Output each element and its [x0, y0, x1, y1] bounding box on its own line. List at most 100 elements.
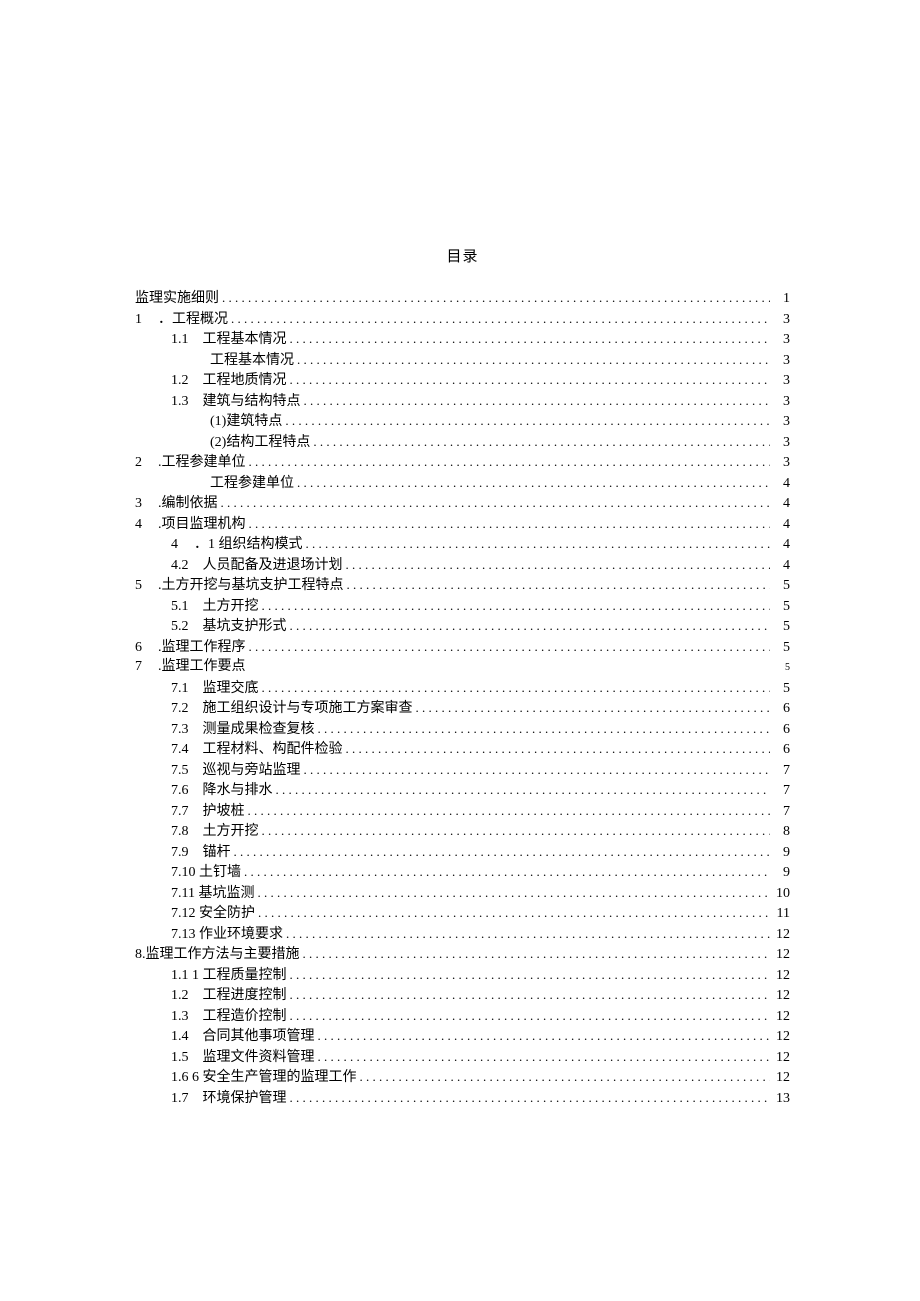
toc-leader-dots [262, 596, 771, 610]
toc-entry-page: 12 [772, 945, 790, 965]
toc-leader-dots [276, 780, 771, 794]
toc-leader-dots [249, 452, 771, 466]
toc-entry-number: 1.2 [171, 986, 189, 1006]
toc-entry-label: 7.11 基坑监测 [171, 884, 254, 904]
toc-entry-number: 3 [135, 494, 142, 514]
toc-entry: 工程基本情况3 [135, 350, 790, 371]
toc-entry-label: 护坡桩 [203, 802, 245, 822]
toc-entry: 2.工程参建单位3 [135, 452, 790, 473]
toc-entry-label: ．工程概况 [158, 310, 228, 330]
toc-entry-page: 12 [772, 986, 790, 1006]
toc-leader-dots [290, 370, 771, 384]
toc-entry: 7.监理工作要点5 [135, 657, 790, 678]
toc-entry: 5.2基坑支护形式5 [135, 616, 790, 637]
toc-entry-page: 10 [772, 884, 790, 904]
toc-entry-number: 1.7 [171, 1089, 189, 1109]
toc-entry-number: 1.1 [171, 330, 189, 350]
toc-leader-dots [248, 801, 771, 815]
toc-entry-page: 9 [772, 863, 790, 883]
toc-leader-dots [318, 719, 771, 733]
toc-entry-label: .监理工作程序 [158, 638, 246, 658]
toc-entry: 7.13 作业环境要求 12 [135, 924, 790, 945]
toc-entry-number: 5.2 [171, 617, 189, 637]
toc-entry: 7.5巡视与旁站监理7 [135, 760, 790, 781]
toc-entry-label: .监理工作要点 [158, 657, 246, 677]
toc-leader-dots [290, 1006, 771, 1020]
toc-entry-label: 监理实施细则 [135, 289, 219, 309]
table-of-contents: 监理实施细则11．工程概况31.1工程基本情况3工程基本情况31.2工程地质情况… [135, 288, 790, 1108]
toc-leader-dots [347, 575, 771, 589]
toc-leader-dots [249, 637, 771, 651]
toc-leader-dots [346, 555, 771, 569]
toc-entry-page: 3 [772, 371, 790, 391]
toc-entry-page: 3 [772, 330, 790, 350]
toc-entry: 4．1 组织结构模式4 [135, 534, 790, 555]
toc-entry-label: 工程进度控制 [203, 986, 287, 1006]
toc-entry-label: 施工组织设计与专项施工方案审查 [203, 699, 413, 719]
toc-leader-dots [257, 883, 770, 897]
toc-entry-number: 4 [171, 535, 178, 555]
toc-entry: 3.编制依据4 [135, 493, 790, 514]
toc-entry-page: 4 [772, 515, 790, 535]
toc-entry-label: 工程参建单位 [210, 474, 294, 494]
toc-entry: 1．工程概况3 [135, 309, 790, 330]
toc-entry-page: 1 [772, 289, 790, 309]
toc-entry-label: 工程地质情况 [203, 371, 287, 391]
toc-entry-page: 12 [772, 1068, 790, 1088]
toc-entry: 1.5监理文件资料管理12 [135, 1047, 790, 1068]
toc-leader-dots [360, 1067, 771, 1081]
toc-entry-page: 12 [772, 966, 790, 986]
toc-entry-page: 4 [772, 474, 790, 494]
toc-leader-dots [221, 493, 771, 507]
toc-entry-number: 1.2 [171, 371, 189, 391]
toc-entry: 监理实施细则 1 [135, 288, 790, 309]
toc-entry-number: 7.3 [171, 720, 189, 740]
toc-leader-dots [313, 432, 770, 446]
toc-entry-page: 6 [772, 740, 790, 760]
toc-entry-page: 9 [772, 843, 790, 863]
toc-leader-dots [222, 288, 770, 302]
toc-entry-number: 7.8 [171, 822, 189, 842]
toc-leader-dots [304, 760, 771, 774]
toc-entry-label: 环境保护管理 [203, 1089, 287, 1109]
toc-entry-page: 3 [772, 310, 790, 330]
toc-leader-dots [231, 309, 770, 323]
toc-entry-label: 人员配备及进退场计划 [203, 556, 343, 576]
toc-entry-label: 工程材料、构配件检验 [203, 740, 343, 760]
toc-entry-number: 4.2 [171, 556, 189, 576]
toc-entry-number: 7.6 [171, 781, 189, 801]
toc-entry-page: 7 [772, 802, 790, 822]
toc-entry-label: 测量成果检查复核 [203, 720, 315, 740]
toc-entry-label: .编制依据 [158, 494, 218, 514]
toc-entry-page: 3 [772, 351, 790, 371]
toc-leader-dots [244, 862, 770, 876]
toc-leader-dots [303, 944, 771, 958]
toc-entry: 1.4合同其他事项管理12 [135, 1026, 790, 1047]
toc-leader-dots [290, 616, 771, 630]
toc-entry: 7.9锚杆9 [135, 842, 790, 863]
toc-entry: 1.1 1 工程质量控制12 [135, 965, 790, 986]
toc-entry-page: 13 [772, 1089, 790, 1109]
toc-entry-number: 2 [135, 453, 142, 473]
toc-entry-page: 12 [772, 925, 790, 945]
toc-entry-number: 7.9 [171, 843, 189, 863]
toc-entry-number: 7 [135, 657, 142, 677]
toc-entry-label: .工程参建单位 [158, 453, 246, 473]
toc-entry: 7.6降水与排水7 [135, 780, 790, 801]
toc-entry: 7.3 测量成果检查复核 6 [135, 719, 790, 740]
toc-entry: 1.7 环境保护管理 13 [135, 1088, 790, 1109]
toc-entry: 工程参建单位 4 [135, 473, 790, 494]
toc-entry-label: 合同其他事项管理 [203, 1027, 315, 1047]
toc-entry-number: 1.5 [171, 1048, 189, 1068]
toc-leader-dots [297, 350, 770, 364]
toc-leader-dots [234, 842, 771, 856]
toc-entry: 5.土方开挖与基坑支护工程特点5 [135, 575, 790, 596]
toc-entry-number: 1.3 [171, 1007, 189, 1027]
toc-entry-label: .土方开挖与基坑支护工程特点 [158, 576, 344, 596]
toc-entry-label: (1)建筑特点 [210, 412, 282, 432]
toc-entry-number: 5 [135, 576, 142, 596]
toc-entry-label: 7.13 作业环境要求 [171, 925, 283, 945]
toc-entry-page: 6 [772, 720, 790, 740]
toc-entry-number: 7.4 [171, 740, 189, 760]
toc-entry: 6.监理工作程序5 [135, 637, 790, 658]
